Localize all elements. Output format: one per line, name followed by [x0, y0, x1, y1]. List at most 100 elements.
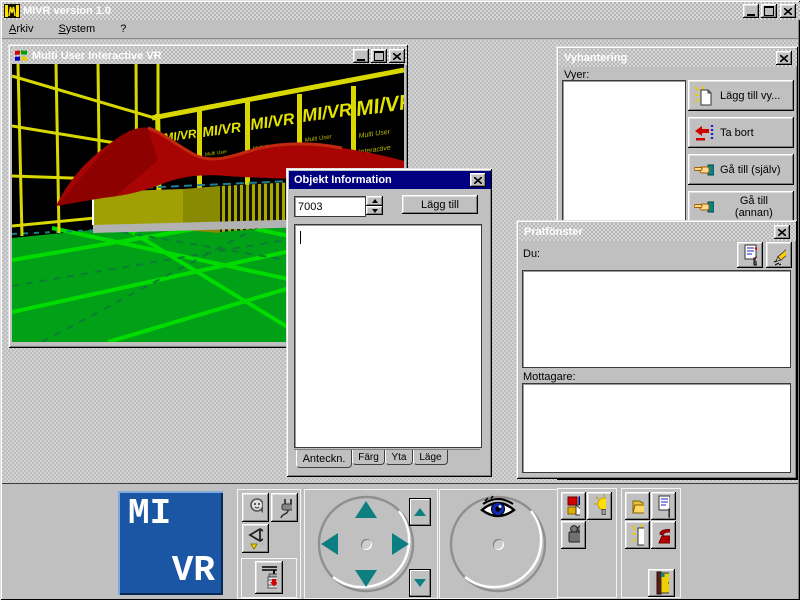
vr-maximize-button[interactable]: [371, 49, 387, 63]
mivr-logo-button[interactable]: MI VR: [118, 491, 223, 595]
new-view-icon: [694, 86, 714, 106]
texture-icon: [567, 496, 580, 517]
save-chat-icon: [743, 244, 757, 266]
objekt-information-window: Objekt Information Lägg till Anteckn. Fä…: [286, 168, 492, 477]
export-save-button[interactable]: [651, 492, 676, 520]
logo-line2: VR: [172, 550, 215, 591]
objekt-info-title: Objekt Information: [291, 174, 392, 186]
scroll-up-button[interactable]: [409, 498, 431, 526]
recipient-textarea[interactable]: [522, 383, 791, 473]
text-caret: [300, 231, 301, 244]
lightbulb-button[interactable]: [587, 492, 612, 520]
menu-system[interactable]: System: [52, 21, 103, 37]
tab-lage[interactable]: Läge: [413, 450, 448, 465]
pad-left-arrow[interactable]: [321, 533, 338, 555]
media-panel: [557, 488, 617, 598]
main-titlebar: MIVR version 1.0: [2, 2, 800, 20]
pratfonster-close-button[interactable]: [774, 225, 790, 239]
camera-button[interactable]: [561, 521, 586, 549]
save-chat-button[interactable]: [737, 242, 763, 268]
you-label: Du:: [523, 248, 540, 260]
vyhantering-titlebar: Vyhantering: [559, 49, 797, 67]
remove-view-button[interactable]: Ta bort: [688, 117, 794, 148]
close-icon: [784, 8, 792, 15]
go-hand-icon: [694, 199, 714, 215]
logo-line1: MI: [128, 493, 171, 534]
objekt-info-close-button[interactable]: [470, 173, 486, 187]
object-note-textarea[interactable]: [294, 224, 482, 448]
vyhantering-close-button[interactable]: [776, 51, 792, 65]
viewpoint-button[interactable]: [242, 524, 269, 553]
land-icon: [261, 564, 277, 592]
vr-close-button[interactable]: [389, 49, 405, 63]
object-id-spin-down[interactable]: [366, 206, 383, 215]
tab-yta[interactable]: Yta: [385, 450, 413, 465]
pad-right-arrow[interactable]: [392, 533, 409, 555]
vr-titlebar: Multi User Interactive VR: [11, 47, 407, 65]
close-icon: [393, 53, 401, 60]
remove-view-icon: [694, 124, 714, 142]
add-view-button[interactable]: Lägg till vy...: [688, 80, 794, 111]
close-button[interactable]: [780, 4, 796, 18]
new-file-button[interactable]: [625, 521, 650, 549]
goto-self-button[interactable]: Gå till (själv): [688, 154, 794, 185]
goto-other-button[interactable]: Gå till (annan): [688, 191, 794, 222]
move-pad-panel: [304, 489, 438, 599]
object-id-input[interactable]: [295, 197, 365, 216]
land-button[interactable]: [255, 561, 283, 594]
app-icon: [4, 4, 20, 18]
down-arrow-icon: [414, 579, 426, 587]
up-arrow-icon: [414, 508, 426, 516]
camera-icon: [567, 524, 580, 546]
vr-minimize-button[interactable]: [353, 49, 369, 63]
add-object-button[interactable]: Lägg till: [402, 195, 478, 214]
spin-down-icon: [372, 209, 378, 213]
clear-chat-button[interactable]: [766, 242, 792, 268]
minimize-icon: [747, 14, 755, 16]
go-hand-icon: [694, 162, 714, 178]
phone-icon: [657, 525, 670, 545]
toolbar: MI VR: [2, 483, 798, 599]
you-textarea[interactable]: [522, 270, 791, 368]
scroll-down-button[interactable]: [409, 569, 431, 597]
tab-farg[interactable]: Färg: [352, 450, 385, 465]
file-panel: [621, 488, 681, 598]
open-folder-button[interactable]: [625, 492, 650, 520]
open-folder-icon: [631, 496, 644, 516]
move-pad-knob[interactable]: [361, 539, 372, 550]
menubar: Arkiv System ?: [2, 21, 798, 38]
main-window-title: MIVR version 1.0: [23, 5, 111, 17]
menu-arkiv[interactable]: Arkiv: [2, 21, 40, 37]
close-icon: [780, 55, 788, 62]
object-id-spin-up[interactable]: [366, 196, 383, 206]
minimize-icon: [357, 59, 365, 61]
minimize-button[interactable]: [743, 4, 759, 18]
objekt-info-titlebar: Objekt Information: [289, 171, 491, 189]
export-save-icon: [657, 495, 670, 518]
new-file-icon: [631, 524, 644, 546]
lightbulb-icon: [593, 494, 606, 518]
pad-down-arrow[interactable]: [355, 570, 377, 587]
find-user-button[interactable]: [242, 493, 269, 522]
land-frame: [241, 558, 297, 598]
plug-icon: [277, 497, 292, 519]
tab-anteckn[interactable]: Anteckn.: [296, 450, 352, 468]
viewpoint-icon: [248, 527, 263, 551]
phone-button[interactable]: [651, 521, 676, 549]
menu-help[interactable]: ?: [113, 21, 133, 37]
texture-button[interactable]: [561, 492, 586, 520]
spin-up-icon: [372, 199, 378, 203]
exit-button[interactable]: [648, 569, 675, 597]
maximize-button[interactable]: [761, 4, 777, 18]
maximize-icon: [374, 51, 384, 61]
pratfonster-title: Pratfönster: [521, 226, 583, 238]
vyhantering-title: Vyhantering: [561, 52, 627, 64]
pad-up-arrow[interactable]: [355, 501, 377, 518]
look-pad-knob[interactable]: [493, 539, 504, 550]
disconnect-button[interactable]: [271, 493, 298, 522]
mivr-main-window: MIVR version 1.0 Arkiv System ? Multi Us…: [0, 0, 800, 600]
object-id-field-wrap: [294, 196, 366, 217]
clear-chat-icon: [772, 244, 786, 266]
tools-panel: [237, 489, 301, 599]
vr-window-icon: [13, 49, 29, 63]
